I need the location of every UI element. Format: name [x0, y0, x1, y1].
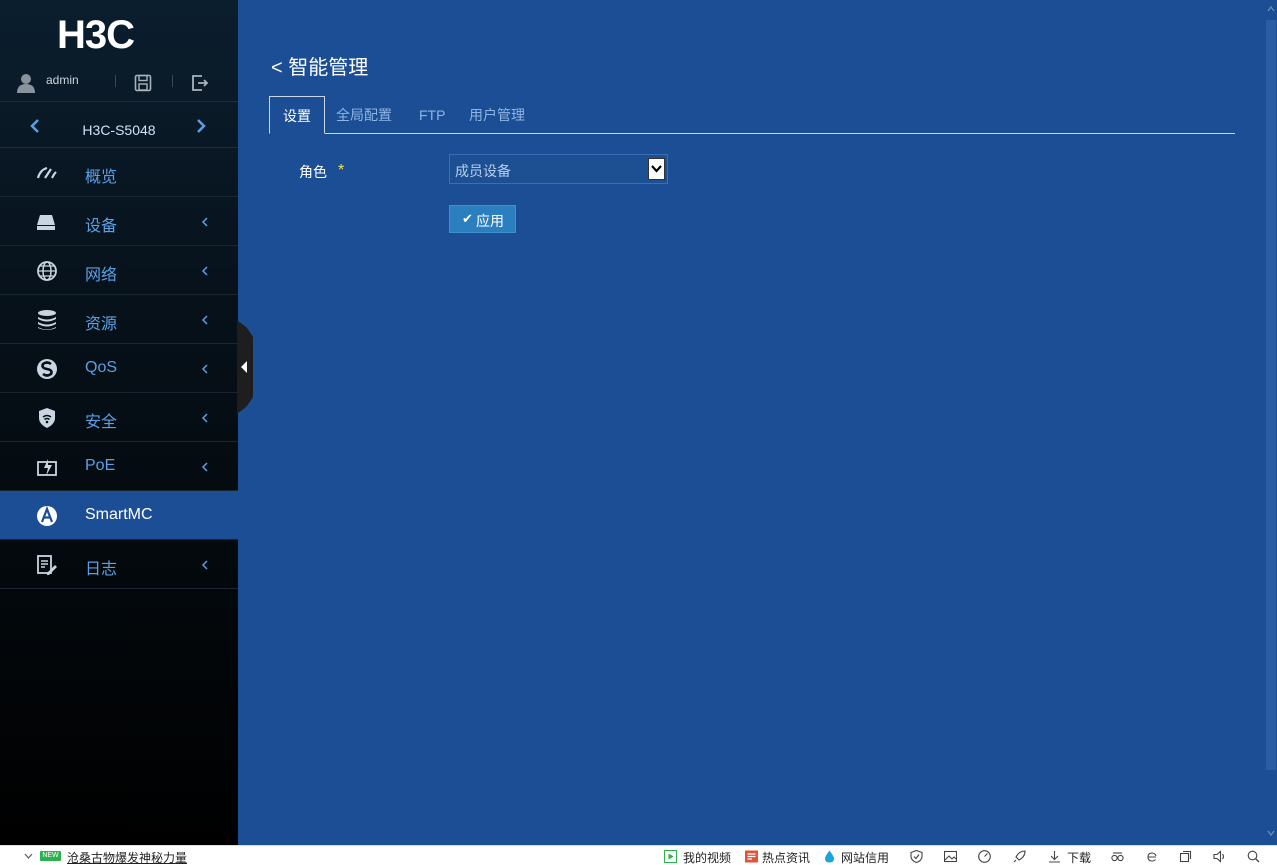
scroll-down-icon[interactable] [1266, 826, 1276, 840]
menu-label: 安全 [85, 414, 118, 431]
search-icon[interactable] [1247, 850, 1260, 863]
menu-item-overview[interactable]: 概览 [0, 148, 238, 197]
menu-item-security[interactable]: 安全 [0, 393, 238, 442]
menu-item-log[interactable]: 日志 [0, 540, 238, 589]
main-content: < 智能管理 设置 全局配置 FTP 用户管理 角色 * 成员设备 ✔ 应用 [238, 0, 1265, 845]
menu-label: SmartMC [85, 506, 153, 523]
news-link[interactable]: 沧桑古物爆发神秘力量 [67, 849, 187, 865]
device-switcher: H3C-S5048 [0, 103, 238, 148]
tab-ftp[interactable]: FTP [419, 96, 445, 134]
menu-label: 概览 [85, 169, 118, 186]
page-title-back[interactable]: < 智能管理 [271, 51, 368, 80]
user-icon [17, 74, 35, 93]
menu-item-device[interactable]: 设备 [0, 197, 238, 246]
download-link[interactable]: 下载 [1067, 849, 1091, 865]
browser-status-bar: NEW 沧桑古物爆发神秘力量 我的视频 热点资讯 网站信用 下载 [0, 845, 1277, 865]
h3c-logo: H3C [57, 16, 135, 52]
ie-icon[interactable] [1145, 850, 1158, 863]
menu-label: 设备 [85, 218, 118, 235]
menu-label: PoE [85, 457, 116, 474]
video-icon [664, 850, 677, 863]
shield-icon [39, 408, 55, 428]
speed-icon[interactable] [978, 850, 991, 863]
menu-item-poe[interactable]: PoE [0, 442, 238, 491]
hot-news-link[interactable]: 热点资讯 [762, 849, 810, 865]
chevron-right-icon[interactable] [194, 118, 208, 134]
tab-bar: 设置 全局配置 FTP 用户管理 [269, 96, 1235, 134]
user-bar: admin [0, 64, 238, 102]
username: admin [46, 73, 79, 87]
download-icon[interactable] [1048, 850, 1061, 863]
menu-label: 资源 [85, 316, 118, 333]
menu-item-resource[interactable]: 资源 [0, 295, 238, 344]
menu-item-network[interactable]: 网络 [0, 246, 238, 295]
divider [172, 75, 173, 87]
chevron-down-icon[interactable] [22, 850, 35, 863]
sidebar: H3C admin H3C-S5048 概览 设备 网络 资源 QoS 安全 P… [0, 0, 238, 845]
poe-icon [37, 459, 57, 476]
save-icon[interactable] [134, 74, 152, 92]
qos-icon [37, 359, 57, 379]
divider [115, 75, 116, 87]
rocket-icon[interactable] [1013, 850, 1026, 863]
log-icon [37, 555, 57, 575]
image-icon[interactable] [944, 850, 957, 863]
menu-label: QoS [85, 359, 118, 376]
volume-icon[interactable] [1213, 850, 1226, 863]
chevron-left-icon [201, 217, 208, 227]
chevron-left-icon [201, 266, 208, 276]
tab-settings[interactable]: 设置 [269, 96, 325, 134]
check-icon: ✔ [462, 211, 473, 226]
chevron-left-icon [201, 413, 208, 423]
menu-item-qos[interactable]: QoS [0, 344, 238, 393]
nav-menu: 概览 设备 网络 资源 QoS 安全 PoE SmartMC 日志 [0, 148, 238, 589]
chevron-left-icon [201, 560, 208, 570]
menu-label: 日志 [85, 561, 118, 578]
menu-item-smartmc[interactable]: SmartMC [0, 491, 238, 540]
role-select-value: 成员设备 [455, 163, 511, 179]
chevron-left-icon [201, 364, 208, 374]
apply-button[interactable]: ✔ 应用 [449, 205, 516, 233]
menu-label: 网络 [85, 267, 118, 284]
apply-label: 应用 [476, 213, 504, 229]
site-credit-link[interactable]: 网站信用 [841, 849, 889, 865]
role-select[interactable]: 成员设备 [449, 154, 668, 184]
chevron-left-icon [201, 315, 208, 325]
chevron-down-icon[interactable] [648, 158, 665, 180]
scroll-up-icon[interactable] [1266, 2, 1276, 16]
smartmc-icon [37, 505, 57, 526]
vertical-scrollbar[interactable] [1265, 0, 1277, 845]
svg-text:H3C: H3C [57, 16, 134, 52]
drop-icon [825, 850, 834, 863]
my-video-link[interactable]: 我的视频 [683, 849, 731, 865]
window-icon[interactable] [1179, 850, 1192, 863]
role-label: 角色 [299, 164, 327, 180]
required-mark: * [338, 162, 345, 179]
news-icon [745, 850, 758, 863]
new-badge: NEW [40, 851, 61, 861]
shield-icon[interactable] [910, 850, 923, 863]
logout-icon[interactable] [191, 74, 209, 92]
glasses-icon[interactable] [1111, 850, 1124, 863]
globe-icon [37, 261, 57, 281]
device-icon [37, 215, 55, 230]
dashboard-icon [36, 166, 57, 179]
chevron-left-icon [201, 462, 208, 472]
tab-user-management[interactable]: 用户管理 [469, 96, 525, 134]
scrollbar-thumb[interactable] [1266, 20, 1276, 770]
tab-global-config[interactable]: 全局配置 [336, 96, 392, 134]
database-icon [38, 310, 56, 330]
